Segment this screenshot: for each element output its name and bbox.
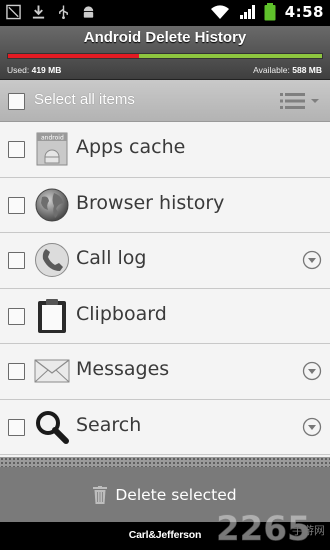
item-checkbox[interactable] bbox=[8, 307, 25, 325]
svg-text:手游网: 手游网 bbox=[292, 523, 324, 537]
envelope-icon bbox=[34, 359, 70, 383]
list-item-clipboard[interactable]: Clipboard bbox=[0, 288, 330, 344]
list-item-browser-history[interactable]: Browser history bbox=[0, 177, 330, 233]
item-checkbox[interactable] bbox=[8, 196, 25, 214]
usb-icon bbox=[59, 5, 68, 20]
chevron-down-icon[interactable] bbox=[302, 250, 322, 270]
item-label: Messages bbox=[76, 358, 170, 380]
android-box-icon: android bbox=[36, 132, 68, 166]
storage-used-value: 419 MB bbox=[31, 65, 62, 75]
usb-debug-icon bbox=[6, 4, 21, 20]
storage-available-label: Available: bbox=[253, 65, 290, 75]
signal-icon bbox=[239, 5, 255, 19]
status-bar: 4:58 bbox=[0, 0, 330, 26]
delete-selected-label: Delete selected bbox=[115, 485, 237, 504]
download-icon bbox=[32, 5, 45, 19]
item-label: Apps cache bbox=[76, 136, 186, 158]
item-checkbox[interactable] bbox=[8, 418, 25, 436]
item-label: Clipboard bbox=[76, 302, 167, 325]
list-menu-icon[interactable] bbox=[280, 91, 322, 111]
magnifier-icon bbox=[36, 410, 69, 444]
storage-available: Available: 588 MB bbox=[253, 65, 322, 75]
clock: 4:58 bbox=[284, 3, 324, 21]
list-item-search[interactable]: Search bbox=[0, 399, 330, 455]
chevron-down-icon[interactable] bbox=[302, 361, 322, 381]
dotted-divider bbox=[0, 457, 330, 467]
android-icon bbox=[83, 6, 94, 18]
storage-used: Used: 419 MB bbox=[7, 65, 61, 75]
select-all-row[interactable]: Select all items bbox=[0, 80, 330, 122]
wifi-icon bbox=[210, 5, 229, 19]
battery-icon bbox=[264, 3, 276, 21]
list-item-apps-cache[interactable]: android Apps cache bbox=[0, 122, 330, 178]
item-checkbox[interactable] bbox=[8, 363, 25, 380]
item-checkbox[interactable] bbox=[8, 141, 25, 158]
app-header: Android Delete History Used: 419 MB Avai… bbox=[0, 26, 330, 80]
globe-icon bbox=[35, 188, 69, 221]
app-title: Android Delete History bbox=[83, 29, 247, 46]
chevron-down-icon[interactable] bbox=[302, 417, 322, 437]
select-all-checkbox[interactable] bbox=[8, 93, 25, 110]
item-label: Call log bbox=[76, 247, 147, 269]
clipboard-icon bbox=[38, 298, 66, 333]
list-item-call-log[interactable]: Call log bbox=[0, 233, 330, 289]
item-checkbox[interactable] bbox=[8, 252, 25, 269]
history-item-list: android Apps cache Browser history Call … bbox=[0, 122, 330, 457]
watermark-logo: 2265 手游网 bbox=[216, 509, 324, 548]
storage-usage-bar bbox=[7, 53, 323, 59]
list-item-messages[interactable]: Messages bbox=[0, 344, 330, 400]
storage-available-value: 588 MB bbox=[292, 65, 322, 75]
item-label: Search bbox=[76, 413, 142, 436]
trash-icon bbox=[93, 485, 108, 504]
phone-icon bbox=[35, 243, 69, 277]
storage-used-fill bbox=[8, 54, 139, 58]
item-label: Browser history bbox=[76, 191, 225, 214]
svg-text:android: android bbox=[41, 135, 64, 142]
select-all-label: Select all items bbox=[34, 91, 135, 108]
storage-used-label: Used: bbox=[7, 65, 30, 75]
